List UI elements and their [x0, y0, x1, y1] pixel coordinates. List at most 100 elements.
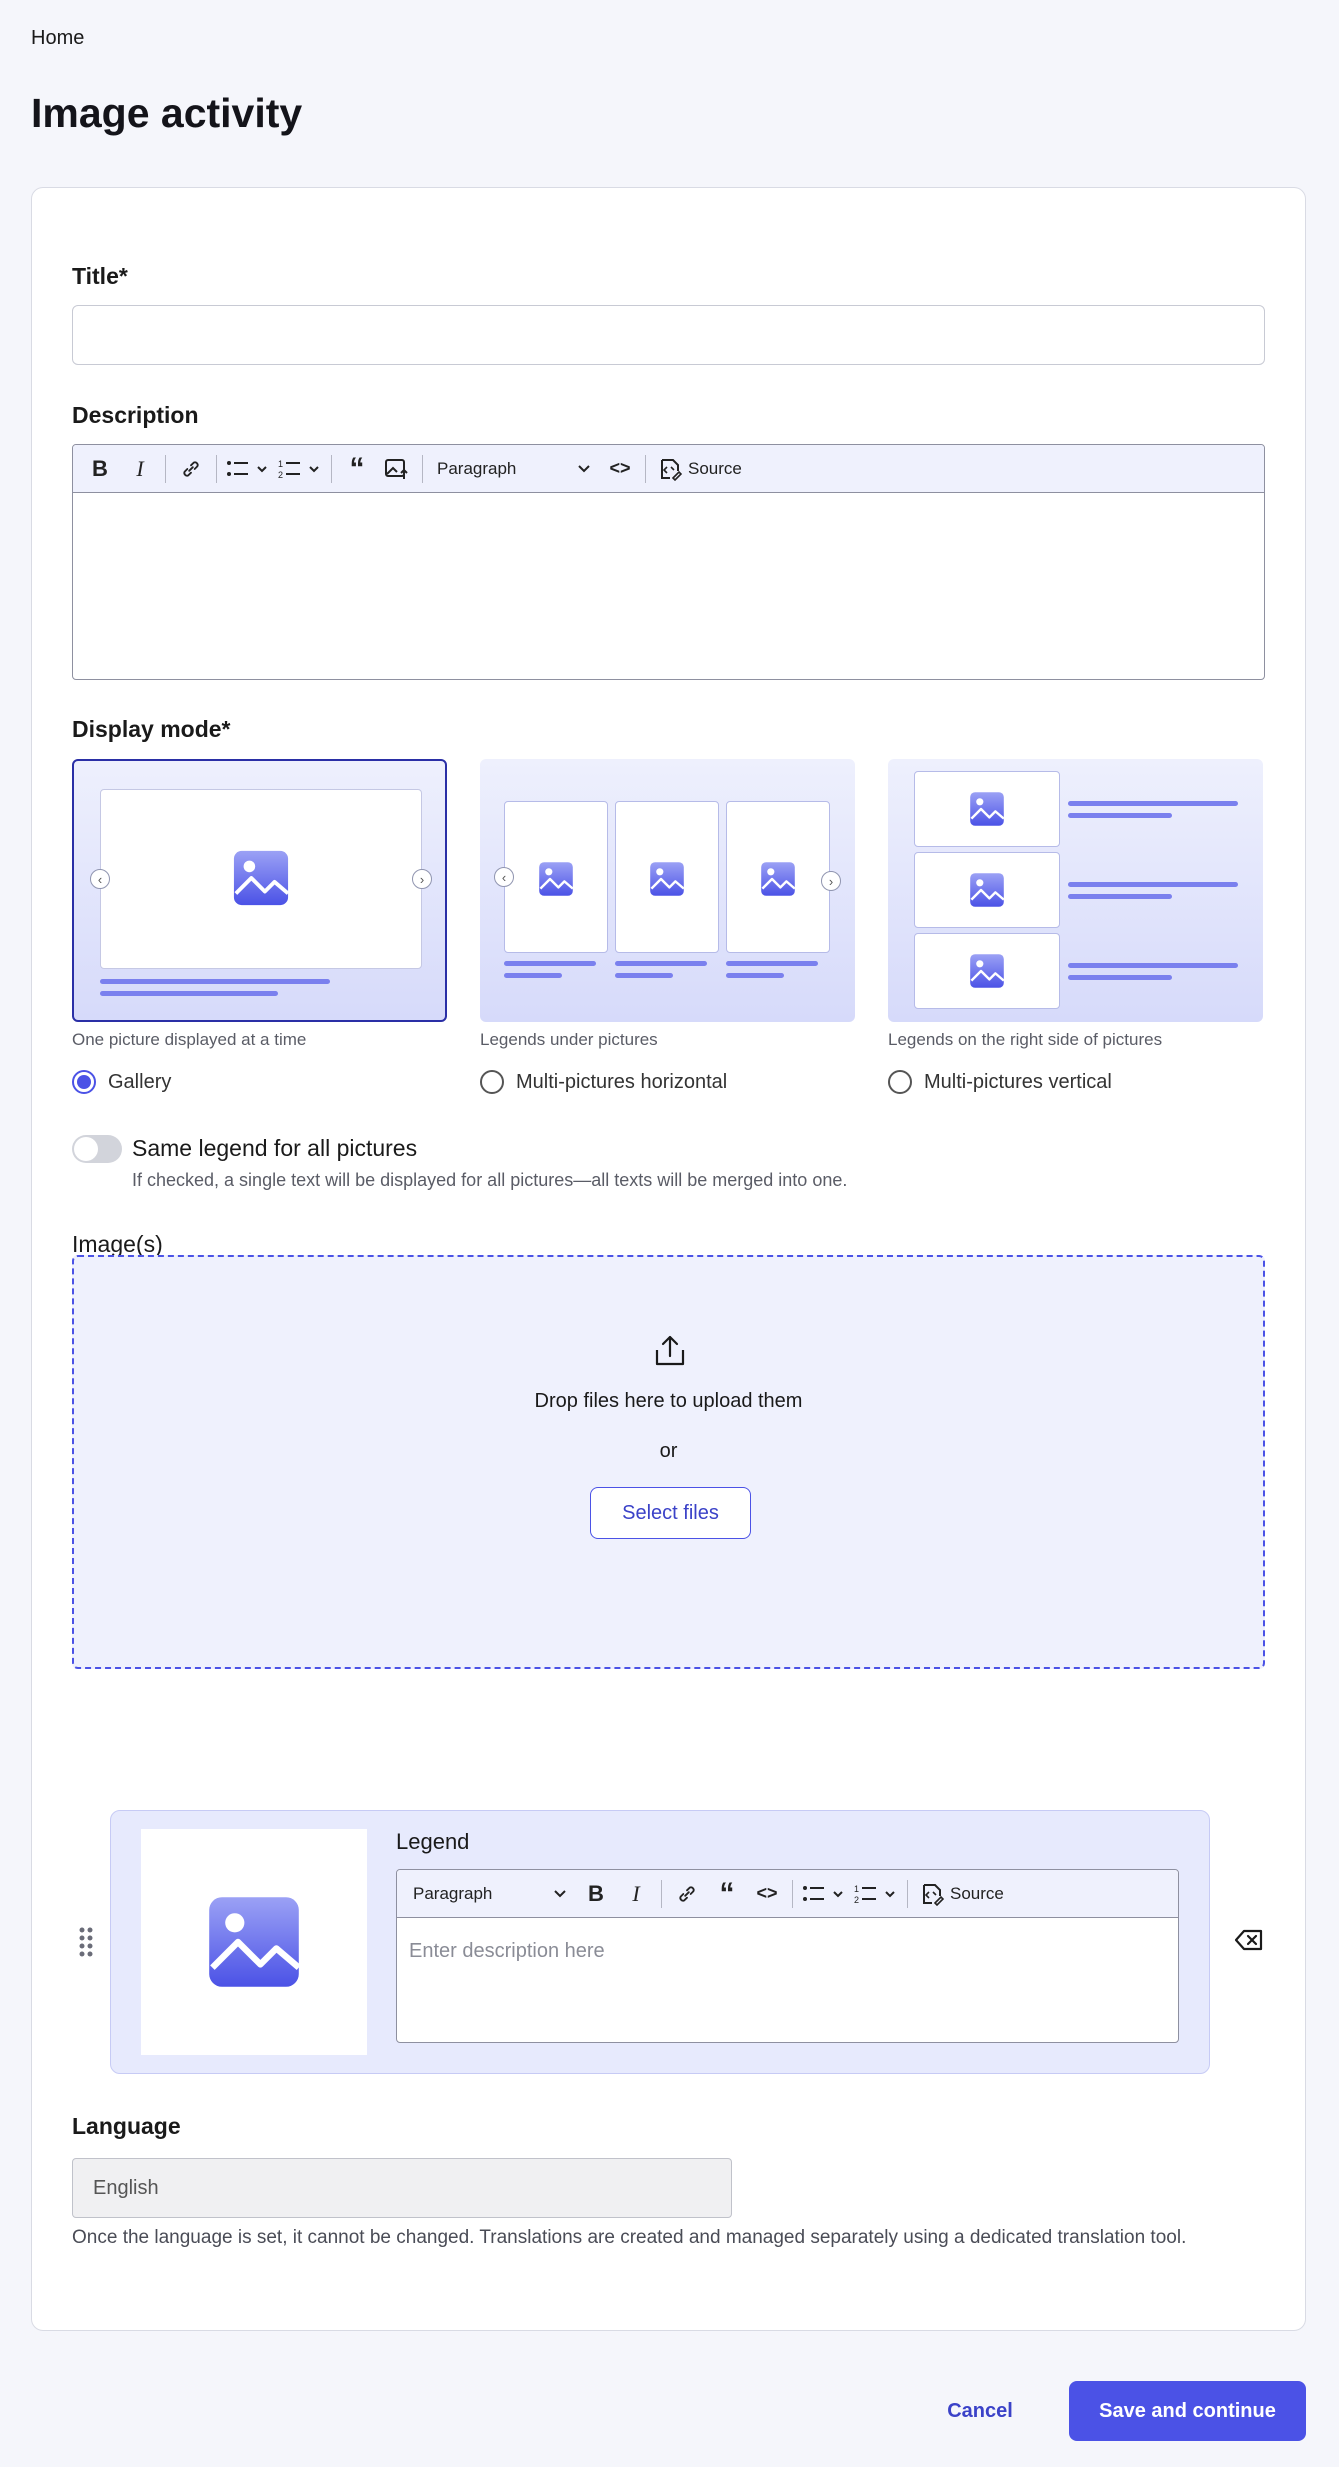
- heading-dropdown[interactable]: Paragraph: [405, 1874, 575, 1914]
- heading-dropdown[interactable]: Paragraph: [429, 449, 599, 489]
- legend-label: Legend: [396, 1829, 470, 1854]
- italic-icon[interactable]: I: [121, 449, 159, 489]
- toolbar-divider: [331, 454, 332, 483]
- link-icon[interactable]: [668, 1874, 706, 1914]
- svg-text:1: 1: [854, 1884, 859, 1894]
- svg-text:2: 2: [278, 470, 283, 480]
- file-dropzone[interactable]: Drop files here to upload them or Select…: [72, 1255, 1265, 1669]
- dropzone-or: or: [659, 1440, 678, 1462]
- vertical-radio-label: Multi-pictures vertical: [924, 1070, 1112, 1093]
- legend-line: [1068, 801, 1238, 806]
- chevron-down-icon: [554, 1889, 566, 1897]
- gallery-caption: One picture displayed at a time: [72, 1030, 307, 1049]
- vertical-caption: Legends on the right side of pictures: [888, 1030, 1163, 1049]
- same-legend-toggle[interactable]: [72, 1135, 122, 1163]
- source-button[interactable]: Source: [652, 449, 748, 489]
- chevron-right-icon: ›: [412, 869, 432, 889]
- toolbar-divider: [645, 454, 646, 483]
- gallery-radio-label: Gallery: [108, 1070, 172, 1093]
- dropzone-text: Drop files here to upload them: [534, 1390, 803, 1412]
- image-icon: [206, 1894, 302, 1990]
- image-icon: [760, 861, 796, 897]
- italic-icon[interactable]: I: [617, 1874, 655, 1914]
- select-files-button[interactable]: Select files: [590, 1487, 751, 1539]
- legend-line: [615, 961, 707, 966]
- source-label: Source: [688, 458, 742, 478]
- media-thumbnail: [141, 1829, 367, 2055]
- save-and-continue-button[interactable]: Save and continue: [1069, 2381, 1306, 2441]
- heading-dropdown-label: Paragraph: [437, 458, 517, 478]
- language-label: Language: [72, 2113, 181, 2139]
- legend-line: [1068, 894, 1172, 899]
- language-value: English: [93, 2176, 159, 2199]
- chevron-right-icon: ›: [821, 871, 841, 891]
- legend-line: [726, 961, 818, 966]
- link-icon[interactable]: [172, 449, 210, 489]
- legend-toolbar: Paragraph B I “ <> 12 Source: [397, 1870, 1178, 1918]
- insert-image-icon[interactable]: [378, 449, 416, 489]
- bold-icon[interactable]: B: [577, 1874, 615, 1914]
- vertical-radio[interactable]: [888, 1070, 912, 1094]
- cancel-button[interactable]: Cancel: [930, 2381, 1030, 2441]
- legend-line: [1068, 813, 1172, 818]
- svg-text:1: 1: [278, 459, 283, 469]
- drag-handle-icon[interactable]: [78, 1926, 94, 1958]
- toolbar-divider: [422, 454, 423, 483]
- bulleted-list-icon[interactable]: [799, 1874, 849, 1914]
- image-icon: [969, 791, 1005, 827]
- breadcrumb-home[interactable]: Home: [31, 27, 84, 49]
- image-icon: [538, 861, 574, 897]
- description-label: Description: [72, 402, 199, 428]
- svg-text:2: 2: [854, 1895, 859, 1905]
- blockquote-icon[interactable]: “: [338, 449, 376, 489]
- toolbar-divider: [216, 454, 217, 483]
- legend-line: [504, 973, 562, 978]
- legend-line: [504, 961, 596, 966]
- toolbar-divider: [907, 1879, 908, 1908]
- title-label: Title*: [72, 263, 128, 289]
- numbered-list-icon[interactable]: 12: [851, 1874, 901, 1914]
- delete-icon[interactable]: [1234, 1928, 1264, 1952]
- toolbar-divider: [661, 1879, 662, 1908]
- description-toolbar: B I 12 “ Paragraph <> Source: [73, 445, 1264, 493]
- gallery-radio-option[interactable]: Gallery: [72, 1070, 171, 1094]
- code-icon[interactable]: <>: [748, 1874, 786, 1914]
- numbered-list-icon[interactable]: 12: [275, 449, 325, 489]
- legend-line: [100, 979, 330, 984]
- display-mode-vertical-tile[interactable]: [888, 759, 1263, 1022]
- media-item: Legend Paragraph B I “ <> 12 Source Ente…: [110, 1810, 1210, 2074]
- title-input[interactable]: [72, 305, 1265, 365]
- chevron-down-icon: [578, 464, 590, 472]
- legend-line: [1068, 975, 1172, 980]
- code-icon[interactable]: <>: [601, 449, 639, 489]
- images-label: Image(s): [72, 1231, 163, 1257]
- source-button[interactable]: Source: [914, 1874, 1010, 1914]
- language-help: Once the language is set, it cannot be c…: [72, 2227, 1187, 2248]
- legend-line: [726, 973, 784, 978]
- bulleted-list-icon[interactable]: [223, 449, 273, 489]
- gallery-radio[interactable]: [72, 1070, 96, 1094]
- description-editor: B I 12 “ Paragraph <> Source: [72, 444, 1265, 680]
- legend-textarea[interactable]: Enter description here: [397, 1918, 1178, 2042]
- upload-icon: [655, 1335, 685, 1366]
- heading-dropdown-label: Paragraph: [413, 1883, 493, 1903]
- description-textarea[interactable]: [73, 493, 1264, 679]
- chevron-left-icon: ‹: [90, 869, 110, 889]
- vertical-radio-option[interactable]: Multi-pictures vertical: [888, 1070, 1112, 1094]
- blockquote-icon[interactable]: “: [708, 1874, 746, 1914]
- horizontal-caption: Legends under pictures: [480, 1030, 658, 1049]
- display-mode-horizontal-tile[interactable]: ‹ ›: [480, 759, 855, 1022]
- horizontal-radio-option[interactable]: Multi-pictures horizontal: [480, 1070, 727, 1094]
- source-icon: [661, 458, 682, 481]
- legend-line: [1068, 963, 1238, 968]
- display-mode-gallery-tile[interactable]: ‹ ›: [72, 759, 447, 1022]
- breadcrumb[interactable]: Home: [31, 27, 84, 50]
- same-legend-label: Same legend for all pictures: [132, 1135, 418, 1161]
- image-icon: [649, 861, 685, 897]
- image-icon: [969, 872, 1005, 908]
- display-mode-label: Display mode*: [72, 716, 231, 742]
- image-icon: [232, 849, 290, 907]
- toolbar-divider: [792, 1879, 793, 1908]
- horizontal-radio[interactable]: [480, 1070, 504, 1094]
- bold-icon[interactable]: B: [81, 449, 119, 489]
